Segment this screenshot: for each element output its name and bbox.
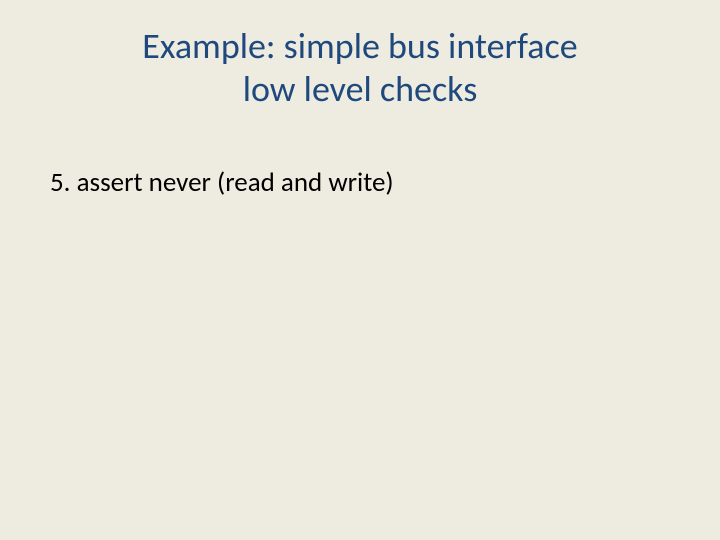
body-content: 5. assert never (read and write): [50, 166, 670, 199]
title-line-1: Example: simple bus interface: [142, 24, 577, 68]
title-line-2: low level checks: [243, 67, 478, 111]
slide-container: Example: simple bus interface low level …: [0, 0, 720, 540]
slide-title: Example: simple bus interface low level …: [50, 25, 670, 111]
